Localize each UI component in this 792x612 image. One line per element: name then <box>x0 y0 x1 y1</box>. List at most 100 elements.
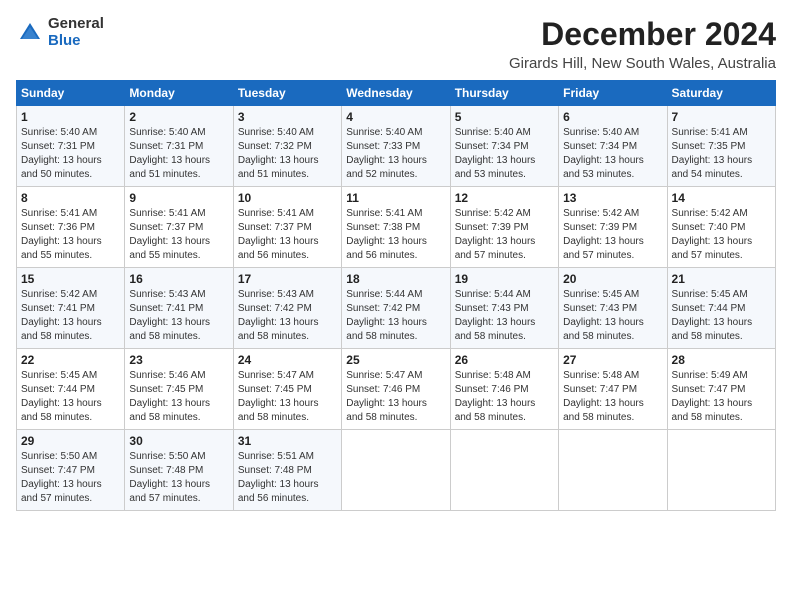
day-number: 28 <box>672 353 771 367</box>
calendar-cell: 18Sunrise: 5:44 AM Sunset: 7:42 PM Dayli… <box>342 268 450 349</box>
day-number: 6 <box>563 110 662 124</box>
day-number: 14 <box>672 191 771 205</box>
calendar-cell: 27 Sunrise: 5:48 AM Sunset: 7:47 PM Dayli… <box>559 349 667 430</box>
calendar-cell: 11 Sunrise: 5:41 AM Sunset: 7:38 PM Dayli… <box>342 187 450 268</box>
day-number: 11 <box>346 191 445 205</box>
calendar-week-row: 15 Sunrise: 5:42 AM Sunset: 7:41 PM Dayli… <box>17 268 776 349</box>
calendar-cell <box>667 430 775 511</box>
day-info: Sunrise: 5:45 AM Sunset: 7:44 PM Dayligh… <box>672 288 771 344</box>
day-info: Sunrise: 5:40 AM Sunset: 7:32 PM Dayligh… <box>238 126 337 182</box>
day-number: 19 <box>455 272 554 286</box>
calendar-table: SundayMondayTuesdayWednesdayThursdayFrid… <box>16 80 776 511</box>
calendar-cell <box>559 430 667 511</box>
day-number: 29 <box>21 434 120 448</box>
location-subtitle: Girards Hill, New South Wales, Australia <box>509 55 776 72</box>
day-info: Sunrise: 5:42 AM Sunset: 7:40 PM Dayligh… <box>672 207 771 263</box>
day-number: 20 <box>563 272 662 286</box>
day-info: Sunrise: 5:40 AM Sunset: 7:34 PM Dayligh… <box>563 126 662 182</box>
day-info: Sunrise: 5:41 AM Sunset: 7:37 PM Dayligh… <box>238 207 337 263</box>
calendar-cell: 22Sunrise: 5:45 AM Sunset: 7:44 PM Dayli… <box>17 349 125 430</box>
day-info: Sunrise: 5:41 AM Sunset: 7:35 PM Dayligh… <box>672 126 771 182</box>
day-number: 10 <box>238 191 337 205</box>
calendar-week-row: 22Sunrise: 5:45 AM Sunset: 7:44 PM Dayli… <box>17 349 776 430</box>
day-info: Sunrise: 5:48 AM Sunset: 7:46 PM Dayligh… <box>455 369 554 425</box>
day-info: Sunrise: 5:42 AM Sunset: 7:39 PM Dayligh… <box>563 207 662 263</box>
day-info: Sunrise: 5:42 AM Sunset: 7:39 PM Dayligh… <box>455 207 554 263</box>
page-header: General Blue December 2024 Girards Hill,… <box>16 16 776 72</box>
day-header-monday: Monday <box>125 81 233 106</box>
calendar-cell: 30 Sunrise: 5:50 AM Sunset: 7:48 PM Dayli… <box>125 430 233 511</box>
calendar-cell: 24 Sunrise: 5:47 AM Sunset: 7:45 PM Dayli… <box>233 349 341 430</box>
day-info: Sunrise: 5:40 AM Sunset: 7:31 PM Dayligh… <box>21 126 120 182</box>
calendar-cell: 2 Sunrise: 5:40 AM Sunset: 7:31 PM Daylig… <box>125 106 233 187</box>
logo-text: General Blue <box>48 16 104 49</box>
day-number: 23 <box>129 353 228 367</box>
day-info: Sunrise: 5:46 AM Sunset: 7:45 PM Dayligh… <box>129 369 228 425</box>
day-info: Sunrise: 5:48 AM Sunset: 7:47 PM Dayligh… <box>563 369 662 425</box>
day-info: Sunrise: 5:42 AM Sunset: 7:41 PM Dayligh… <box>21 288 120 344</box>
calendar-cell <box>450 430 558 511</box>
day-info: Sunrise: 5:41 AM Sunset: 7:38 PM Dayligh… <box>346 207 445 263</box>
day-info: Sunrise: 5:40 AM Sunset: 7:31 PM Dayligh… <box>129 126 228 182</box>
day-info: Sunrise: 5:50 AM Sunset: 7:47 PM Dayligh… <box>21 450 120 506</box>
day-info: Sunrise: 5:51 AM Sunset: 7:48 PM Dayligh… <box>238 450 337 506</box>
day-info: Sunrise: 5:47 AM Sunset: 7:46 PM Dayligh… <box>346 369 445 425</box>
day-number: 12 <box>455 191 554 205</box>
calendar-cell: 1 Sunrise: 5:40 AM Sunset: 7:31 PM Daylig… <box>17 106 125 187</box>
logo-general-text: General <box>48 16 104 33</box>
calendar-week-row: 29 Sunrise: 5:50 AM Sunset: 7:47 PM Dayli… <box>17 430 776 511</box>
calendar-cell: 19 Sunrise: 5:44 AM Sunset: 7:43 PM Dayli… <box>450 268 558 349</box>
day-number: 4 <box>346 110 445 124</box>
day-number: 13 <box>563 191 662 205</box>
calendar-cell: 26 Sunrise: 5:48 AM Sunset: 7:46 PM Dayli… <box>450 349 558 430</box>
day-number: 1 <box>21 110 120 124</box>
day-info: Sunrise: 5:45 AM Sunset: 7:43 PM Dayligh… <box>563 288 662 344</box>
logo-blue-text: Blue <box>48 33 104 50</box>
day-number: 24 <box>238 353 337 367</box>
day-number: 27 <box>563 353 662 367</box>
day-info: Sunrise: 5:50 AM Sunset: 7:48 PM Dayligh… <box>129 450 228 506</box>
day-number: 2 <box>129 110 228 124</box>
day-number: 31 <box>238 434 337 448</box>
calendar-cell: 25 Sunrise: 5:47 AM Sunset: 7:46 PM Dayli… <box>342 349 450 430</box>
calendar-cell: 23 Sunrise: 5:46 AM Sunset: 7:45 PM Dayli… <box>125 349 233 430</box>
day-number: 5 <box>455 110 554 124</box>
logo-icon <box>16 19 44 47</box>
calendar-cell: 9Sunrise: 5:41 AM Sunset: 7:37 PM Daylig… <box>125 187 233 268</box>
calendar-cell: 13 Sunrise: 5:42 AM Sunset: 7:39 PM Dayli… <box>559 187 667 268</box>
day-number: 8 <box>21 191 120 205</box>
calendar-week-row: 8Sunrise: 5:41 AM Sunset: 7:36 PM Daylig… <box>17 187 776 268</box>
day-number: 15 <box>21 272 120 286</box>
day-header-thursday: Thursday <box>450 81 558 106</box>
day-header-tuesday: Tuesday <box>233 81 341 106</box>
day-info: Sunrise: 5:43 AM Sunset: 7:42 PM Dayligh… <box>238 288 337 344</box>
day-number: 30 <box>129 434 228 448</box>
day-number: 3 <box>238 110 337 124</box>
calendar-cell: 5 Sunrise: 5:40 AM Sunset: 7:34 PM Daylig… <box>450 106 558 187</box>
day-number: 25 <box>346 353 445 367</box>
calendar-cell: 12 Sunrise: 5:42 AM Sunset: 7:39 PM Dayli… <box>450 187 558 268</box>
day-info: Sunrise: 5:43 AM Sunset: 7:41 PM Dayligh… <box>129 288 228 344</box>
day-number: 18 <box>346 272 445 286</box>
month-year-title: December 2024 <box>509 16 776 53</box>
title-area: December 2024 Girards Hill, New South Wa… <box>509 16 776 72</box>
day-info: Sunrise: 5:44 AM Sunset: 7:43 PM Dayligh… <box>455 288 554 344</box>
day-info: Sunrise: 5:40 AM Sunset: 7:34 PM Dayligh… <box>455 126 554 182</box>
calendar-cell: 21Sunrise: 5:45 AM Sunset: 7:44 PM Dayli… <box>667 268 775 349</box>
calendar-cell: 14 Sunrise: 5:42 AM Sunset: 7:40 PM Dayli… <box>667 187 775 268</box>
logo: General Blue <box>16 16 104 49</box>
calendar-cell: 10 Sunrise: 5:41 AM Sunset: 7:37 PM Dayli… <box>233 187 341 268</box>
day-header-friday: Friday <box>559 81 667 106</box>
day-info: Sunrise: 5:49 AM Sunset: 7:47 PM Dayligh… <box>672 369 771 425</box>
calendar-cell: 6 Sunrise: 5:40 AM Sunset: 7:34 PM Daylig… <box>559 106 667 187</box>
day-header-sunday: Sunday <box>17 81 125 106</box>
calendar-cell: 15 Sunrise: 5:42 AM Sunset: 7:41 PM Dayli… <box>17 268 125 349</box>
day-info: Sunrise: 5:47 AM Sunset: 7:45 PM Dayligh… <box>238 369 337 425</box>
calendar-cell: 7Sunrise: 5:41 AM Sunset: 7:35 PM Daylig… <box>667 106 775 187</box>
day-number: 26 <box>455 353 554 367</box>
calendar-cell: 3 Sunrise: 5:40 AM Sunset: 7:32 PM Daylig… <box>233 106 341 187</box>
calendar-cell: 28 Sunrise: 5:49 AM Sunset: 7:47 PM Dayli… <box>667 349 775 430</box>
calendar-cell <box>342 430 450 511</box>
calendar-cell: 17Sunrise: 5:43 AM Sunset: 7:42 PM Dayli… <box>233 268 341 349</box>
day-info: Sunrise: 5:45 AM Sunset: 7:44 PM Dayligh… <box>21 369 120 425</box>
